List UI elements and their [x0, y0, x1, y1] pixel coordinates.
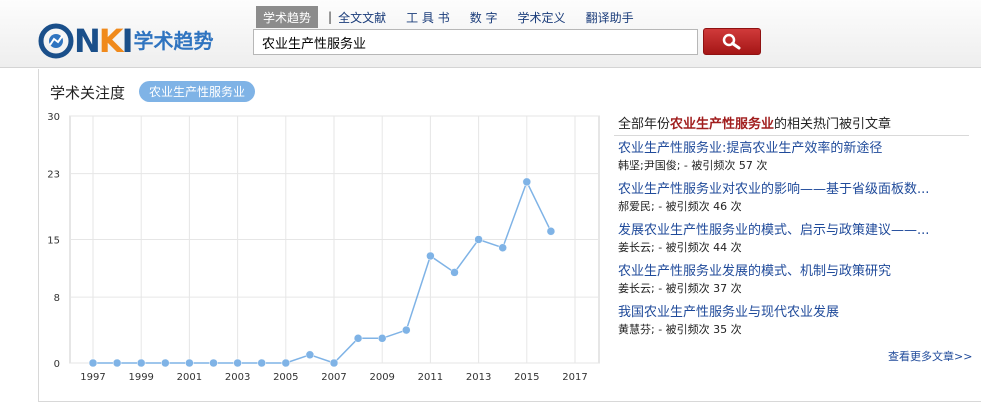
x-tick-label: 2005 — [273, 372, 298, 383]
section-title: 学术关注度 — [50, 84, 126, 102]
attention-line-chart: 0 8 15 23 30 1997 1999 2001 2003 2005 2007 2009 2011… — [47, 112, 600, 383]
data-point — [402, 325, 411, 335]
article-title-link[interactable]: 农业生产性服务业对农业的影响——基于省级面板数... — [618, 181, 968, 198]
x-tick-label: 2003 — [225, 372, 250, 383]
y-tick-label: 30 — [47, 112, 60, 123]
keyword-tag[interactable]: 农业生产性服务业 — [139, 81, 256, 102]
x-tick-label: 2011 — [418, 372, 443, 383]
nav-item-fulltext[interactable]: 全文文献 — [338, 9, 386, 26]
x-tick-label: 1997 — [80, 372, 105, 383]
data-point — [522, 177, 532, 187]
data-point — [329, 358, 339, 368]
data-point — [546, 227, 556, 236]
data-point — [498, 243, 507, 252]
x-tick-label: 2017 — [562, 372, 587, 383]
cnki-logo-icon — [38, 23, 74, 59]
hot-title-prefix: 全部年份 — [618, 117, 671, 132]
data-point — [233, 358, 242, 368]
article-item: 农业生产性服务业:提高农业生产效率的新途径 韩坚;尹国俊; - 被引频次 57 … — [618, 140, 968, 173]
more-articles-link[interactable]: 查看更多文章>> — [888, 348, 972, 364]
y-tick-label: 15 — [47, 236, 60, 247]
article-title-link[interactable]: 我国农业生产性服务业与现代农业发展 — [618, 304, 968, 321]
article-title-link[interactable]: 发展农业生产性服务业的模式、启示与政策建议——... — [618, 222, 968, 239]
y-tick-label: 0 — [54, 359, 60, 370]
data-point — [426, 251, 435, 261]
data-point — [281, 358, 291, 368]
article-item: 农业生产性服务业发展的模式、机制与政策研究 姜长云; - 被引频次 37 次 — [618, 263, 968, 296]
y-tick-label: 8 — [54, 293, 60, 304]
data-point — [209, 358, 218, 368]
data-point — [112, 358, 122, 368]
nav-item-translate[interactable]: 翻译助手 — [586, 9, 634, 26]
article-meta: 郝爱民; - 被引频次 46 次 — [618, 200, 742, 213]
nav-separator: | — [328, 10, 333, 24]
article-meta: 姜长云; - 被引频次 37 次 — [618, 282, 742, 295]
article-meta: 韩坚;尹国俊; - 被引频次 57 次 — [618, 159, 768, 172]
article-title-link[interactable]: 农业生产性服务业:提高农业生产效率的新途径 — [618, 140, 968, 157]
search-icon — [722, 33, 741, 49]
logo-text: NKI — [74, 22, 134, 60]
data-point — [474, 235, 483, 244]
x-tick-label: 1999 — [128, 372, 153, 383]
y-tick-label: 23 — [47, 170, 60, 181]
x-tick-label: 2013 — [466, 372, 491, 383]
nav-item-definition[interactable]: 学术定义 — [518, 9, 566, 26]
data-point — [305, 350, 315, 360]
header: NKI 学术趋势 学术趋势 | 全文文献 工 具 书 数 字 学术定义 翻译助手 — [0, 0, 981, 68]
data-point — [257, 358, 266, 368]
top-nav: 学术趋势 | 全文文献 工 具 书 数 字 学术定义 翻译助手 — [256, 6, 654, 28]
cnki-logo[interactable]: NKI 学术趋势 — [38, 22, 213, 60]
nav-item-reference[interactable]: 工 具 书 — [406, 9, 450, 26]
x-tick-label: 2015 — [514, 372, 539, 383]
article-meta: 姜长云; - 被引频次 44 次 — [618, 241, 742, 254]
x-tick-label: 2001 — [177, 372, 202, 383]
data-point — [136, 358, 146, 368]
hot-title-keyword: 农业生产性服务业 — [670, 117, 775, 132]
article-item: 农业生产性服务业对农业的影响——基于省级面板数... 郝爱民; - 被引频次 4… — [618, 181, 968, 214]
search-input[interactable] — [253, 29, 698, 55]
data-point — [353, 334, 363, 343]
data-point — [377, 334, 387, 343]
nav-item-digits[interactable]: 数 字 — [470, 9, 498, 26]
logo-subtitle: 学术趋势 — [133, 29, 214, 53]
article-item: 我国农业生产性服务业与现代农业发展 黄慧芬; - 被引频次 35 次 — [618, 304, 968, 337]
data-point — [88, 358, 98, 368]
x-tick-label: 2007 — [321, 372, 346, 383]
hot-articles-title: 全部年份农业生产性服务业的相关热门被引文章 — [618, 113, 891, 132]
article-title-link[interactable]: 农业生产性服务业发展的模式、机制与政策研究 — [618, 263, 968, 280]
data-point — [450, 268, 459, 277]
nav-item-active[interactable]: 学术趋势 — [256, 6, 319, 28]
x-tick-label: 2009 — [369, 372, 394, 383]
divider — [614, 135, 969, 136]
article-item: 发展农业生产性服务业的模式、启示与政策建议——... 姜长云; - 被引频次 4… — [618, 222, 968, 255]
article-meta: 黄慧芬; - 被引频次 35 次 — [618, 323, 742, 336]
data-point — [185, 358, 194, 368]
hot-title-suffix: 的相关热门被引文章 — [774, 117, 892, 132]
data-point — [161, 358, 170, 368]
search-button[interactable] — [703, 28, 761, 55]
